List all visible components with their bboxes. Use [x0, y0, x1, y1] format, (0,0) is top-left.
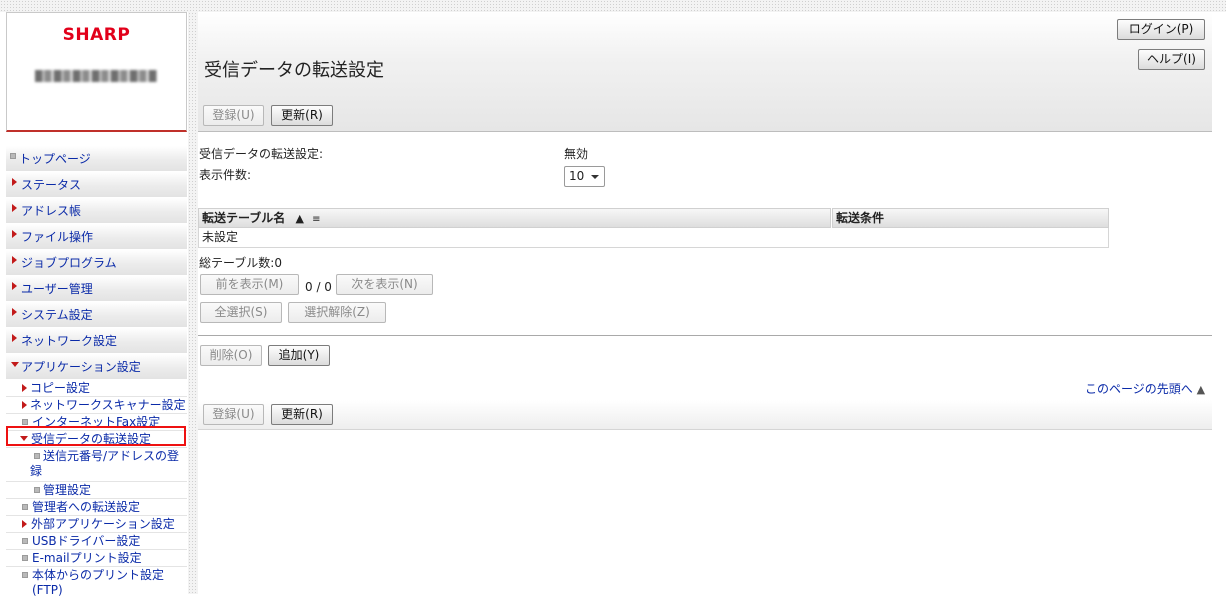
sidebar-subitem-email-print[interactable]: E-mailプリント設定: [6, 550, 187, 567]
sort-filter-icon[interactable]: ≡: [312, 214, 320, 225]
sidebar-item-address-book[interactable]: アドレス帳: [6, 198, 187, 224]
sidebar-subitem-management-settings[interactable]: 管理設定: [6, 482, 187, 499]
display-count-label: 表示件数:: [199, 168, 252, 182]
sidebar-item-user-management[interactable]: ユーザー管理: [6, 276, 187, 302]
divider: [198, 335, 1212, 336]
page-header: 受信データの転送設定: [198, 12, 1212, 132]
square-bullet-icon: [22, 419, 28, 425]
arrow-right-icon: [12, 256, 17, 264]
arrow-right-icon: [12, 308, 17, 316]
sidebar-item-status[interactable]: ステータス: [6, 172, 187, 198]
total-tables-label: 総テーブル数:0: [199, 256, 282, 270]
column-header-table-name[interactable]: 転送テーブル名 ▲ ≡: [198, 208, 831, 228]
add-button[interactable]: 追加(Y): [268, 345, 330, 366]
register-button-top[interactable]: 登録(U): [203, 105, 264, 126]
sidebar-item-network-settings[interactable]: ネットワーク設定: [6, 328, 187, 354]
square-bullet-icon: [34, 487, 40, 493]
square-bullet-icon: [22, 504, 28, 510]
forward-setting-value: 無効: [564, 147, 589, 161]
arrow-right-icon: [12, 204, 17, 212]
chevron-down-icon: [591, 175, 599, 179]
back-to-top-link[interactable]: このページの先頭へ ▲: [1085, 380, 1205, 397]
sidebar-item-top-page[interactable]: トップページ: [6, 146, 187, 172]
sidebar-item-file-operations[interactable]: ファイル操作: [6, 224, 187, 250]
prev-page-button[interactable]: 前を表示(M): [200, 274, 299, 295]
arrow-right-icon: [12, 230, 17, 238]
register-button-bottom[interactable]: 登録(U): [203, 404, 264, 425]
square-bullet-icon: [10, 153, 16, 159]
column-header-forward-condition: 転送条件: [832, 208, 1109, 228]
model-name-redacted: [35, 70, 157, 82]
sidebar-subitem-usb-driver[interactable]: USBドライバー設定: [6, 533, 187, 550]
table-row: 未設定: [198, 228, 1109, 248]
arrow-up-icon: ▲: [1196, 383, 1206, 396]
logo-panel: SHARP: [6, 12, 187, 132]
arrow-down-icon: [11, 362, 19, 367]
page-title: 受信データの転送設定: [204, 60, 384, 81]
sidebar-item-system-settings[interactable]: システム設定: [6, 302, 187, 328]
arrow-right-icon: [12, 334, 17, 342]
arrow-right-icon: [22, 520, 27, 528]
page-indicator: 0 / 0: [305, 280, 332, 294]
deselect-all-button[interactable]: 選択解除(Z): [288, 302, 386, 323]
display-count-select[interactable]: 10: [564, 166, 605, 187]
square-bullet-icon: [22, 555, 28, 561]
update-button-top[interactable]: 更新(R): [271, 105, 333, 126]
top-dotted-strip: [0, 0, 1226, 12]
sidebar-subitem-copy-settings[interactable]: コピー設定: [6, 380, 187, 397]
sidebar-subitem-print-from-device[interactable]: 本体からのプリント設定 (FTP): [6, 567, 187, 601]
sharp-logo: SHARP: [62, 25, 131, 45]
sidebar-item-application-settings[interactable]: アプリケーション設定: [6, 354, 187, 380]
delete-button[interactable]: 削除(O): [200, 345, 262, 366]
square-bullet-icon: [34, 453, 40, 459]
arrow-right-icon: [12, 282, 17, 290]
sidebar-subitem-external-application[interactable]: 外部アプリケーション設定: [6, 516, 187, 533]
separator-dotted-strip: [188, 12, 198, 594]
arrow-right-icon: [12, 178, 17, 186]
sidebar-subitem-admin-forward[interactable]: 管理者への転送設定: [6, 499, 187, 516]
arrow-right-icon: [22, 401, 27, 409]
sidebar-subitem-network-scanner[interactable]: ネットワークスキャナー設定: [6, 397, 187, 414]
help-button[interactable]: ヘルプ(I): [1138, 49, 1205, 70]
sort-ascending-icon[interactable]: ▲: [295, 212, 303, 225]
arrow-right-icon: [22, 384, 27, 392]
sidebar-nav: トップページ ステータス アドレス帳 ファイル操作 ジョブプログラム ユーザー管…: [6, 146, 187, 601]
sidebar-item-job-program[interactable]: ジョブプログラム: [6, 250, 187, 276]
next-page-button[interactable]: 次を表示(N): [336, 274, 433, 295]
select-all-button[interactable]: 全選択(S): [200, 302, 282, 323]
sidebar-subitem-sender-registration[interactable]: 送信元番号/アドレスの登 録: [6, 448, 187, 482]
login-button[interactable]: ログイン(P): [1117, 19, 1205, 40]
update-button-bottom[interactable]: 更新(R): [271, 404, 333, 425]
forward-setting-label: 受信データの転送設定:: [199, 147, 324, 161]
footer-bar: [198, 400, 1212, 430]
selected-item-highlight: [6, 426, 186, 446]
square-bullet-icon: [22, 572, 28, 578]
square-bullet-icon: [22, 538, 28, 544]
